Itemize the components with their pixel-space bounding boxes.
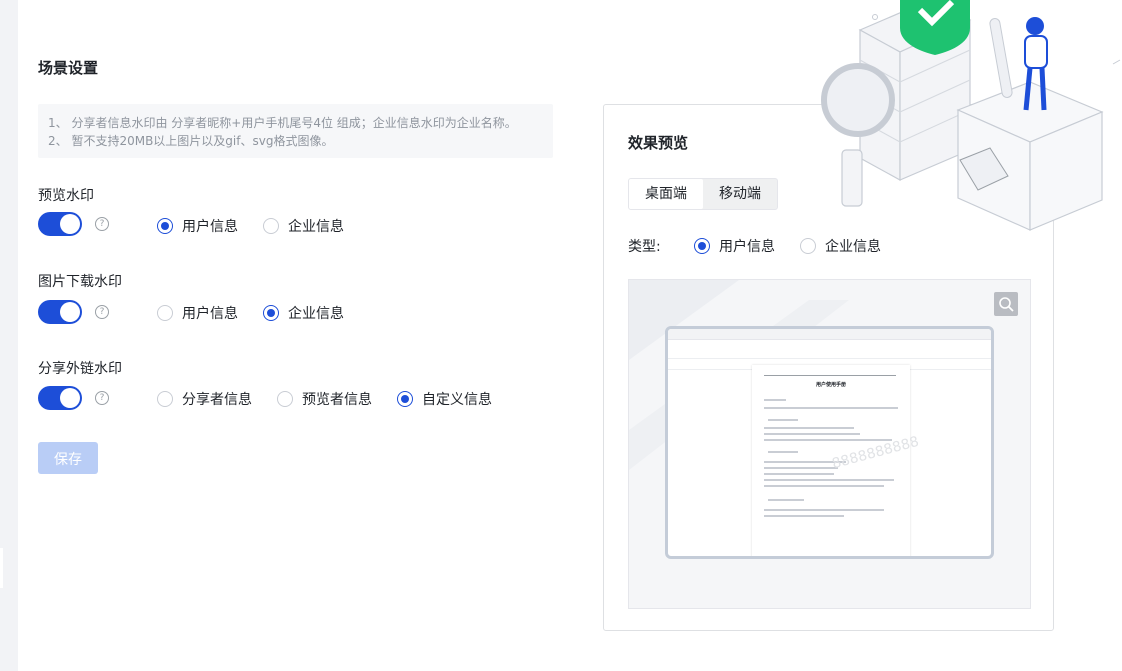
toggle-knob [60, 214, 80, 234]
question-circle-icon[interactable]: ? [95, 391, 109, 405]
radio-label: 用户信息 [719, 239, 775, 255]
type-label: 类型: [628, 239, 661, 255]
doc-line [768, 499, 804, 501]
notice-line-1: 1、 分享者信息水印由 分享者昵称+用户手机尾号4位 组成；企业信息水印为企业名… [48, 116, 517, 130]
share-watermark-option-custom[interactable]: 自定义信息 [397, 389, 492, 409]
device-frame: 用户使用手册 8888888888 [665, 326, 994, 559]
radio-label: 企业信息 [288, 219, 344, 235]
save-button[interactable]: 保存 [38, 442, 98, 474]
doc-line [764, 407, 898, 409]
doc-title: 用户使用手册 [815, 382, 846, 388]
radio-dot [800, 238, 816, 254]
doc-line [768, 419, 798, 421]
notice-line-2: 2、 暂不支持20MB以上图片以及gif、svg格式图像。 [48, 134, 334, 148]
question-circle-icon[interactable]: ? [95, 305, 109, 319]
radio-dot [157, 391, 173, 407]
share-watermark-option-sharer[interactable]: 分享者信息 [157, 389, 252, 409]
preview-title: 效果预览 [628, 134, 689, 152]
preview-watermark-option-enterprise[interactable]: 企业信息 [263, 216, 344, 236]
radio-dot [277, 391, 293, 407]
security-illustration [821, 0, 1121, 231]
doc-line [764, 479, 894, 481]
tab-desktop[interactable]: 桌面端 [629, 179, 703, 209]
device-tabs: 桌面端 移动端 [628, 178, 778, 210]
preview-watermark-toggle[interactable] [38, 212, 82, 236]
device-toolbar [668, 340, 991, 359]
doc-line [764, 485, 884, 487]
share-watermark-label: 分享外链水印 [38, 361, 122, 377]
radio-label: 分享者信息 [182, 392, 252, 408]
doc-rule [764, 375, 896, 376]
toggle-knob [60, 388, 80, 408]
doc-line [764, 439, 892, 441]
radio-dot [694, 238, 710, 254]
left-edge-mark [0, 548, 3, 588]
doc-line [764, 509, 884, 511]
radio-dot [157, 305, 173, 321]
doc-line [768, 451, 798, 453]
radio-label: 预览者信息 [302, 392, 372, 408]
radio-label: 企业信息 [288, 306, 344, 322]
doc-line [764, 515, 844, 517]
preview-watermark-option-user[interactable]: 用户信息 [157, 216, 238, 236]
download-watermark-toggle[interactable] [38, 300, 82, 324]
radio-label: 自定义信息 [422, 392, 492, 408]
doc-line [764, 467, 838, 469]
notice-box: 1、 分享者信息水印由 分享者昵称+用户手机尾号4位 组成；企业信息水印为企业名… [38, 104, 553, 158]
zoom-button[interactable] [994, 292, 1018, 316]
radio-dot [397, 391, 413, 407]
preview-watermark-label: 预览水印 [38, 188, 94, 204]
device-window-bar [668, 329, 991, 340]
radio-dot [157, 218, 173, 234]
preview-type-option-user[interactable]: 用户信息 [694, 236, 775, 256]
download-watermark-option-enterprise[interactable]: 企业信息 [263, 303, 344, 323]
document-page: 用户使用手册 8888888888 [752, 365, 921, 556]
tab-mobile[interactable]: 移动端 [703, 179, 777, 209]
doc-line [764, 473, 834, 475]
radio-dot [263, 305, 279, 321]
zoom-icon [999, 297, 1014, 312]
page-title: 场景设置 [38, 59, 99, 77]
doc-line [764, 427, 854, 429]
download-watermark-option-user[interactable]: 用户信息 [157, 303, 238, 323]
doc-line [764, 399, 786, 401]
download-watermark-label: 图片下载水印 [38, 274, 122, 290]
share-watermark-toggle[interactable] [38, 386, 82, 410]
preview-canvas: 用户使用手册 8888888888 [628, 279, 1031, 609]
share-watermark-option-viewer[interactable]: 预览者信息 [277, 389, 372, 409]
radio-label: 用户信息 [182, 219, 238, 235]
radio-dot [263, 218, 279, 234]
radio-label: 用户信息 [182, 306, 238, 322]
doc-line [764, 433, 860, 435]
question-circle-icon[interactable]: ? [95, 217, 109, 231]
toggle-knob [60, 302, 80, 322]
